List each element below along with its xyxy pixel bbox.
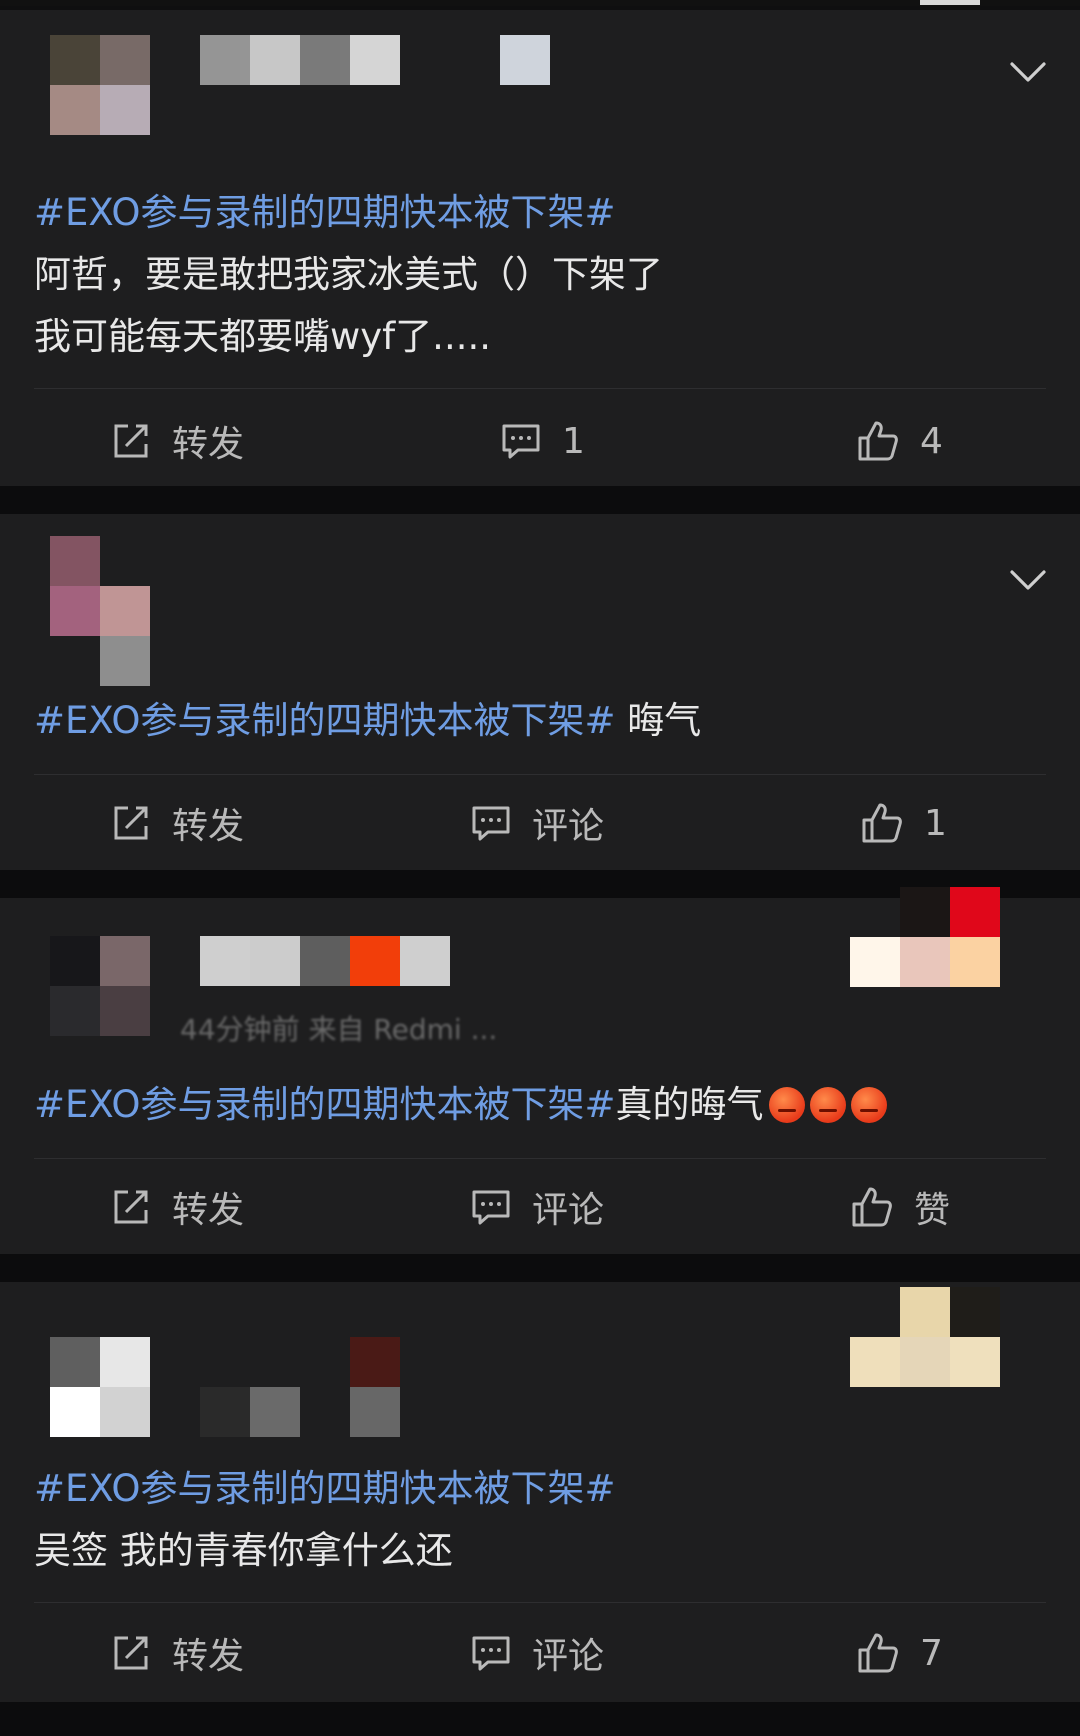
repost-icon <box>114 424 148 458</box>
username-blurred[interactable] <box>200 936 450 986</box>
repost-label: 转发 <box>172 424 245 465</box>
comment-button[interactable]: 评论 <box>470 1618 604 1688</box>
like-count: 7 <box>920 1632 943 1674</box>
post-body: 晦气 <box>615 699 702 742</box>
post-card[interactable]: #EXO参与录制的四期快本被下架# 晦气 转发 评论 1 <box>0 514 1080 870</box>
avatar[interactable] <box>50 936 150 1036</box>
comment-button[interactable]: 评论 <box>470 788 604 858</box>
repost-icon <box>114 1636 148 1670</box>
post-body: 阿哲，要是敢把我家冰美式（）下架了 我可能每天都要嘴wyf了..... <box>34 253 663 358</box>
chevron-down-icon[interactable] <box>1006 558 1050 602</box>
hashtag-link[interactable]: #EXO参与录制的四期快本被下架# <box>34 191 616 234</box>
divider <box>34 388 1046 389</box>
repost-icon <box>114 1190 148 1224</box>
like-button[interactable]: 4 <box>856 406 943 476</box>
card-separator <box>0 1254 1080 1282</box>
repost-button[interactable]: 转发 <box>110 1618 244 1688</box>
avatar[interactable] <box>50 536 150 636</box>
like-count: 4 <box>920 420 943 462</box>
post-content: #EXO参与录制的四期快本被下架# 吴签 我的青春你拿什么还 <box>34 1458 1050 1582</box>
comment-button[interactable]: 1 <box>500 406 585 476</box>
action-bar: 转发 评论 1 <box>0 788 1080 858</box>
comment-button[interactable]: 评论 <box>470 1172 604 1242</box>
like-label: 赞 <box>914 1190 951 1231</box>
comment-count: 1 <box>562 420 585 462</box>
post-content: #EXO参与录制的四期快本被下架#真的晦气 <box>34 1074 1050 1136</box>
like-button[interactable]: 赞 <box>850 1172 950 1242</box>
angry-face-emoji <box>850 1087 887 1123</box>
card-separator <box>0 486 1080 514</box>
hashtag-link[interactable]: #EXO参与录制的四期快本被下架# <box>34 699 616 742</box>
angry-face-emoji <box>809 1087 846 1123</box>
comment-icon <box>472 1636 510 1671</box>
repost-label: 转发 <box>172 1190 245 1231</box>
badge-blurred <box>850 1287 1000 1387</box>
divider <box>34 774 1046 775</box>
like-icon <box>858 421 898 461</box>
like-button[interactable]: 1 <box>860 788 947 858</box>
comment-icon <box>472 1190 510 1225</box>
post-card[interactable]: #EXO参与录制的四期快本被下架# 吴签 我的青春你拿什么还 转发 评论 7 <box>0 1282 1080 1702</box>
comment-label: 评论 <box>532 806 605 847</box>
action-bar: 转发 评论 7 <box>0 1618 1080 1688</box>
hashtag-link[interactable]: #EXO参与录制的四期快本被下架# <box>34 1467 616 1510</box>
divider <box>34 1158 1046 1159</box>
repost-button[interactable]: 转发 <box>110 1172 244 1242</box>
comment-icon <box>502 424 540 459</box>
like-icon <box>852 1187 892 1227</box>
post-body: 吴签 我的青春你拿什么还 <box>34 1529 453 1572</box>
hashtag-link[interactable]: #EXO参与录制的四期快本被下架# <box>34 1083 616 1126</box>
action-bar: 转发 评论 赞 <box>0 1172 1080 1242</box>
like-icon <box>858 1633 898 1673</box>
card-separator <box>0 1702 1080 1736</box>
username-blurred[interactable] <box>200 1387 400 1437</box>
post-card[interactable]: #EXO参与录制的四期快本被下架# 阿哲，要是敢把我家冰美式（）下架了 我可能每… <box>0 10 1080 486</box>
like-count: 1 <box>924 802 947 844</box>
action-bar: 转发 1 4 <box>0 406 1080 476</box>
avatar[interactable] <box>50 35 150 135</box>
username-blurred[interactable] <box>200 35 550 85</box>
post-body: 真的晦气 <box>615 1083 764 1126</box>
angry-face-emoji <box>768 1087 805 1123</box>
post-content: #EXO参与录制的四期快本被下架# 晦气 <box>34 690 1050 752</box>
avatar-blur-fragment <box>100 636 150 686</box>
repost-label: 转发 <box>172 806 245 847</box>
badge-blurred <box>850 887 1000 987</box>
divider <box>34 1602 1046 1603</box>
repost-icon <box>114 806 148 840</box>
comment-label: 评论 <box>532 1636 605 1677</box>
repost-button[interactable]: 转发 <box>110 406 244 476</box>
name-blur-fragment <box>350 1337 400 1387</box>
comment-label: 评论 <box>532 1190 605 1231</box>
chevron-down-icon[interactable] <box>1006 50 1050 94</box>
repost-button[interactable]: 转发 <box>110 788 244 858</box>
avatar[interactable] <box>50 1337 150 1437</box>
like-icon <box>862 803 902 843</box>
like-button[interactable]: 7 <box>856 1618 943 1688</box>
comment-icon <box>472 806 510 841</box>
repost-label: 转发 <box>172 1636 245 1677</box>
post-meta-blurred: 44分钟前 来自 Redmi ... <box>180 1013 498 1046</box>
post-content: #EXO参与录制的四期快本被下架# 阿哲，要是敢把我家冰美式（）下架了 我可能每… <box>34 182 1050 368</box>
post-card[interactable]: 44分钟前 来自 Redmi ... #EXO参与录制的四期快本被下架#真的晦气… <box>0 887 1080 1254</box>
weibo-feed: #EXO参与录制的四期快本被下架# 阿哲，要是敢把我家冰美式（）下架了 我可能每… <box>0 0 1080 1736</box>
